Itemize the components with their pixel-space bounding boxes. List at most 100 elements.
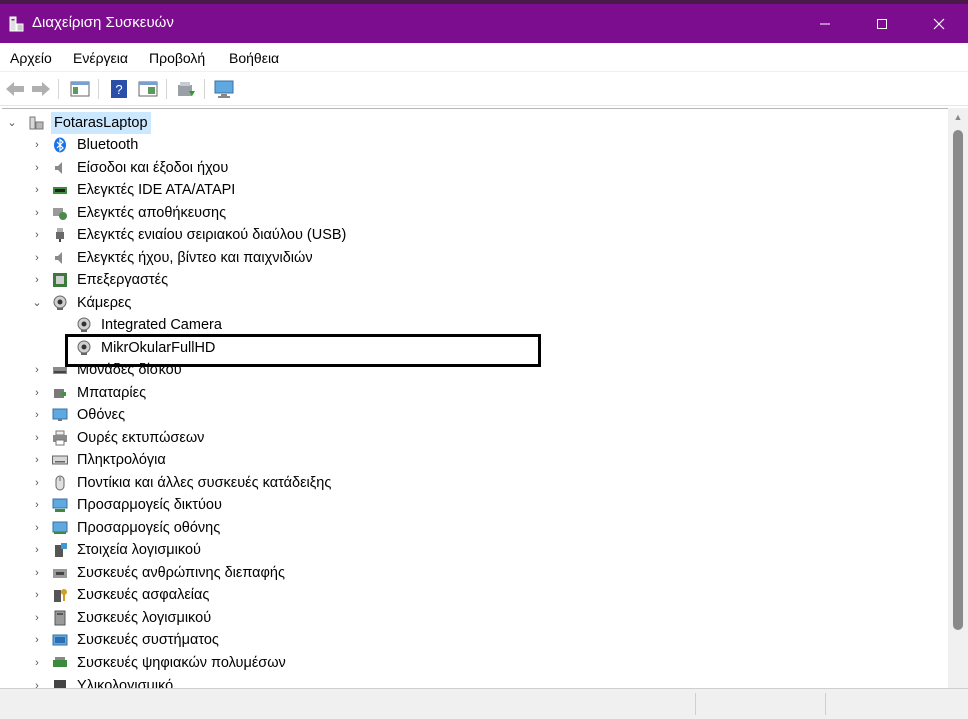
tree-item-firmware[interactable]: › Υλικολογισμικό — [2, 675, 942, 688]
chevron-right-icon[interactable]: › — [31, 494, 43, 516]
tree-item-hid[interactable]: › Συσκευές ανθρώπινης διεπαφής — [2, 562, 942, 584]
chevron-down-icon[interactable]: ⌄ — [31, 292, 43, 314]
display-adapter-icon — [52, 521, 68, 534]
tree-item-storage-controllers[interactable]: › Ελεγκτές αποθήκευσης — [2, 202, 942, 224]
tree-item-label: Συσκευές συστήματος — [77, 632, 219, 648]
tree-item-sound-video-game[interactable]: › Ελεγκτές ήχου, βίντεο και παιχνιδιών — [2, 247, 942, 269]
forward-arrow-icon[interactable] — [29, 77, 53, 101]
tree-item-label: Ουρές εκτυπώσεων — [77, 430, 205, 446]
view-pane-icon[interactable] — [136, 77, 160, 101]
chevron-right-icon[interactable]: › — [31, 269, 43, 291]
chevron-right-icon[interactable]: › — [31, 202, 43, 224]
toolbar-separator — [166, 79, 167, 99]
highlight-box — [65, 334, 541, 367]
battery-icon — [54, 389, 66, 398]
tree-root[interactable]: ⌄ FotarasLaptop — [2, 112, 942, 134]
tree-item-system-devices[interactable]: › Συσκευές συστήματος — [2, 629, 942, 651]
tree-item-label: Συσκευές ασφαλείας — [77, 587, 210, 603]
chevron-right-icon[interactable]: › — [31, 359, 43, 381]
menu-file[interactable]: Αρχείο — [10, 49, 52, 67]
tree-item-integrated-camera[interactable]: Integrated Camera — [2, 314, 942, 336]
menu-help[interactable]: Βοήθεια — [229, 49, 279, 67]
tree-item-label: Επεξεργαστές — [77, 272, 169, 288]
scan-hardware-icon[interactable] — [212, 77, 236, 101]
tree-item-label: Συσκευές λογισμικού — [77, 610, 212, 626]
vertical-scrollbar[interactable]: ▲ — [948, 108, 968, 688]
chevron-right-icon[interactable]: › — [31, 652, 43, 674]
chevron-right-icon[interactable]: › — [31, 472, 43, 494]
tree-item-label: Συσκευές ψηφιακών πολυμέσων — [77, 655, 286, 671]
device-manager-icon — [9, 16, 24, 32]
chevron-right-icon[interactable]: › — [31, 675, 43, 688]
speaker-icon — [55, 162, 62, 174]
tree-item-label: Πληκτρολόγια — [77, 452, 166, 468]
security-key-icon — [54, 589, 67, 602]
back-arrow-icon[interactable] — [3, 77, 27, 101]
tree-item-display-adapters[interactable]: › Προσαρμογείς οθόνης — [2, 517, 942, 539]
software-device-icon — [54, 610, 66, 626]
chevron-right-icon[interactable]: › — [31, 404, 43, 426]
mouse-icon — [55, 475, 65, 491]
chevron-right-icon[interactable]: › — [31, 562, 43, 584]
firmware-icon — [54, 680, 66, 688]
tree-item-print-queues[interactable]: › Ουρές εκτυπώσεων — [2, 427, 942, 449]
chevron-right-icon[interactable]: › — [31, 449, 43, 471]
chevron-right-icon[interactable]: › — [31, 427, 43, 449]
tree-item-label: Στοιχεία λογισμικού — [77, 542, 201, 558]
tree-item-bluetooth[interactable]: › Bluetooth — [2, 134, 942, 156]
tree-item-ide-controllers[interactable]: › Ελεγκτές IDE ATA/ATAPI — [2, 179, 942, 201]
chevron-right-icon[interactable]: › — [31, 157, 43, 179]
chevron-right-icon[interactable]: › — [31, 247, 43, 269]
tree-item-mice[interactable]: › Ποντίκια και άλλες συσκευές κατάδειξης — [2, 472, 942, 494]
network-adapter-icon — [52, 498, 68, 512]
maximize-button[interactable] — [853, 4, 911, 43]
toolbar-separator — [58, 79, 59, 99]
tree-item-processors[interactable]: › Επεξεργαστές — [2, 269, 942, 291]
scroll-up-icon[interactable]: ▲ — [948, 108, 968, 126]
properties-icon[interactable] — [68, 77, 92, 101]
close-icon — [933, 18, 945, 30]
chevron-right-icon[interactable]: › — [31, 629, 43, 651]
chevron-right-icon[interactable]: › — [31, 517, 43, 539]
minimize-icon — [820, 23, 830, 25]
monitor-icon — [52, 408, 68, 421]
ide-controller-icon — [53, 187, 67, 194]
title-bar[interactable]: Διαχείριση Συσκευών — [0, 4, 968, 43]
tree-item-cameras[interactable]: ⌄ Κάμερες — [2, 292, 942, 314]
tree-item-usb-controllers[interactable]: › Ελεγκτές ενιαίου σειριακού διαύλου (US… — [2, 224, 942, 246]
tree-item-network-adapters[interactable]: › Προσαρμογείς δικτύου — [2, 494, 942, 516]
menu-view[interactable]: Προβολή — [149, 49, 205, 67]
tree-item-label: Οθόνες — [77, 407, 126, 423]
tree-item-monitors[interactable]: › Οθόνες — [2, 404, 942, 426]
tree-item-software-devices[interactable]: › Συσκευές λογισμικού — [2, 607, 942, 629]
chevron-right-icon[interactable]: › — [31, 539, 43, 561]
close-button[interactable] — [910, 4, 968, 43]
system-device-icon — [52, 634, 68, 646]
tree-item-batteries[interactable]: › Μπαταρίες — [2, 382, 942, 404]
chevron-right-icon[interactable]: › — [31, 224, 43, 246]
tree-item-audio-io[interactable]: › Είσοδοι και έξοδοι ήχου — [2, 157, 942, 179]
help-icon[interactable]: ? — [107, 77, 131, 101]
hid-icon — [53, 569, 67, 578]
tree-item-keyboards[interactable]: › Πληκτρολόγια — [2, 449, 942, 471]
toolbar-separator — [204, 79, 205, 99]
chevron-down-icon[interactable]: ⌄ — [6, 112, 18, 134]
minimize-button[interactable] — [796, 4, 854, 43]
tree-item-digital-media-devices[interactable]: › Συσκευές ψηφιακών πολυμέσων — [2, 652, 942, 674]
scrollbar-thumb[interactable] — [953, 130, 963, 630]
toolbar-separator — [98, 79, 99, 99]
update-driver-icon[interactable] — [174, 77, 198, 101]
webcam-icon — [53, 295, 67, 310]
tree-item-security-devices[interactable]: › Συσκευές ασφαλείας — [2, 584, 942, 606]
device-tree[interactable]: ⌄ FotarasLaptop › Bluetooth › Είσοδοι κα… — [2, 108, 948, 688]
tree-item-label: Ελεγκτές ήχου, βίντεο και παιχνιδιών — [77, 250, 313, 266]
menu-action[interactable]: Ενέργεια — [73, 49, 128, 67]
chevron-right-icon[interactable]: › — [31, 134, 43, 156]
processor-icon — [53, 273, 67, 287]
tree-item-software-components[interactable]: › Στοιχεία λογισμικού — [2, 539, 942, 561]
tree-item-label: Ελεγκτές ενιαίου σειριακού διαύλου (USB) — [77, 227, 347, 243]
chevron-right-icon[interactable]: › — [31, 584, 43, 606]
chevron-right-icon[interactable]: › — [31, 382, 43, 404]
chevron-right-icon[interactable]: › — [31, 607, 43, 629]
chevron-right-icon[interactable]: › — [31, 179, 43, 201]
